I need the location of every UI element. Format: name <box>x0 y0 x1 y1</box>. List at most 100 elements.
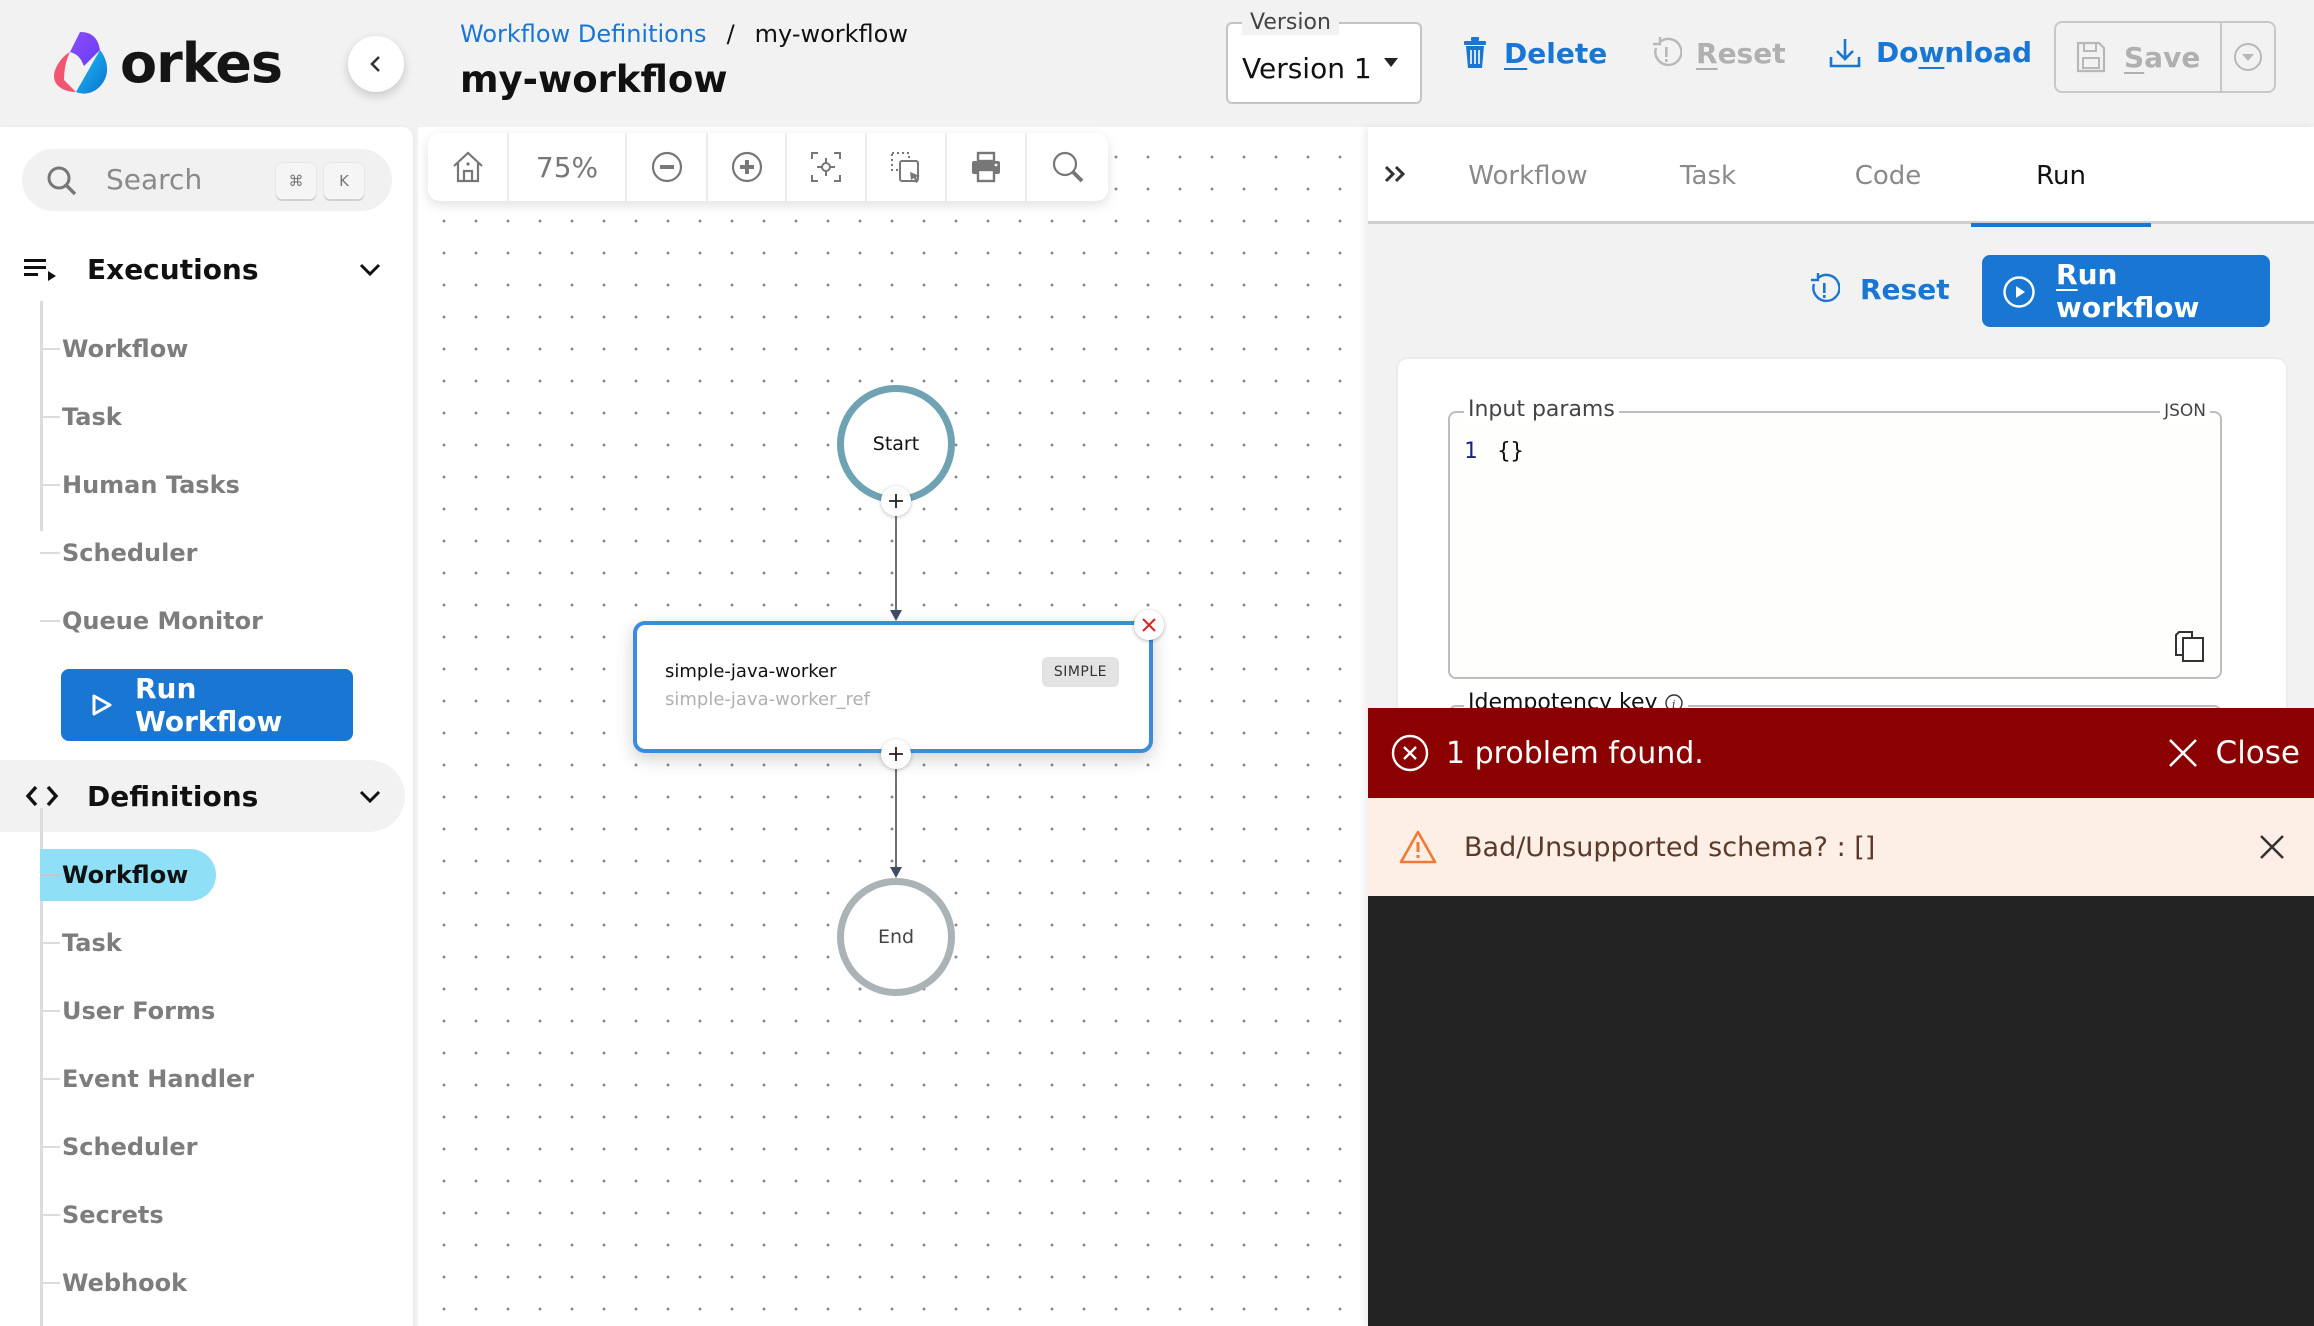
search-input[interactable]: Search ⌘ K <box>22 149 392 211</box>
workflow-canvas[interactable]: 75% Start simple-java-worker simple-java… <box>418 127 1368 1326</box>
shortcut-key-cmd: ⌘ <box>276 163 316 199</box>
tab-run[interactable]: Run <box>1971 127 2151 227</box>
delete-label-underline: D <box>1504 36 1528 70</box>
dismiss-problem-icon[interactable] <box>2258 833 2286 861</box>
print-button[interactable] <box>947 133 1027 201</box>
version-value: Version 1 <box>1242 52 1372 85</box>
run-workflow-button[interactable]: Run Workflow <box>61 669 353 741</box>
edge-start-to-task <box>895 516 897 612</box>
orkes-logo[interactable]: orkes <box>50 30 283 96</box>
zoom-level-button[interactable]: 75% <box>509 133 627 201</box>
zoom-out-button[interactable] <box>627 133 708 201</box>
save-options-dropdown[interactable] <box>2222 23 2274 91</box>
tab-task[interactable]: Task <box>1618 127 1798 224</box>
play-circle-icon <box>2003 276 2035 308</box>
sidebar-item-webhook[interactable]: Webhook <box>40 1257 187 1309</box>
zoom-in-button[interactable] <box>708 133 787 201</box>
reset-label: eset <box>1717 36 1786 70</box>
sidebar-item-definitions-task[interactable]: Task <box>40 917 122 969</box>
tree-tick <box>40 1078 60 1080</box>
task-type-badge: SIMPLE <box>1041 657 1119 687</box>
arrowhead-icon <box>890 867 902 878</box>
app-header: orkes Workflow Definitions / my-workflow… <box>0 0 2314 127</box>
delete-button[interactable]: Delete <box>1460 36 1607 70</box>
tab-code[interactable]: Code <box>1798 127 1978 224</box>
tree-tick <box>40 620 60 622</box>
reset-run-params-button[interactable]: Reset <box>1808 272 1950 306</box>
zoom-out-icon <box>651 151 682 183</box>
copy-icon[interactable] <box>2172 629 2206 663</box>
sidebar-item-definitions-scheduler[interactable]: Scheduler <box>40 1121 197 1173</box>
download-button[interactable]: Download <box>1828 36 2032 69</box>
nav-label: Workflow <box>62 335 189 363</box>
save-label-underline: S <box>2124 40 2145 74</box>
tree-tick <box>40 874 60 876</box>
tab-label: Task <box>1679 160 1737 191</box>
tab-workflow[interactable]: Workflow <box>1438 127 1618 224</box>
sidebar-section-executions[interactable]: Executions <box>0 233 405 305</box>
tree-tick <box>40 484 60 486</box>
breadcrumb-current: my-workflow <box>754 20 908 48</box>
home-button[interactable] <box>428 133 509 201</box>
tab-label: Code <box>1854 160 1922 191</box>
tree-tick <box>40 416 60 418</box>
plus-icon <box>889 494 903 508</box>
version-label: Version <box>1242 10 1339 35</box>
tree-tick <box>40 942 60 944</box>
input-params-editor[interactable]: Input params JSON 1 {} <box>1448 397 2222 679</box>
sidebar-item-human-tasks[interactable]: Human Tasks <box>40 459 240 511</box>
panel-tabs: Workflow Task Code Run <box>1368 127 2314 227</box>
select-area-icon <box>891 152 920 183</box>
select-area-button[interactable] <box>867 133 947 201</box>
version-select[interactable]: Version Version 1 <box>1226 10 1422 104</box>
add-task-after-task-button[interactable] <box>881 739 911 769</box>
orkes-logo-icon <box>54 32 108 94</box>
tree-tick <box>40 1010 60 1012</box>
tab-label: Run <box>2036 160 2086 191</box>
run-label: un workflow <box>2056 258 2200 324</box>
nav-label: Workflow <box>62 861 189 889</box>
nav-label: Scheduler <box>62 1133 198 1161</box>
sidebar-item-secrets[interactable]: Secrets <box>40 1189 164 1241</box>
logo-text: orkes <box>120 31 283 95</box>
reset-button[interactable]: Reset <box>1650 36 1786 70</box>
nav-label: Task <box>62 403 122 431</box>
breadcrumb-workflow-definitions[interactable]: Workflow Definitions <box>460 20 707 48</box>
sidebar-item-event-handler[interactable]: Event Handler <box>40 1053 254 1105</box>
delete-task-button[interactable] <box>1134 610 1164 640</box>
nav-label: Human Tasks <box>62 471 240 499</box>
task-name: simple-java-worker <box>665 661 837 682</box>
end-node[interactable]: End <box>837 878 955 996</box>
plus-icon <box>889 747 903 761</box>
sidebar-section-definitions[interactable]: Definitions <box>0 760 405 832</box>
input-params-mode: JSON <box>2160 401 2210 421</box>
add-task-after-start-button[interactable] <box>881 486 911 516</box>
search-placeholder: Search <box>106 163 203 196</box>
double-chevron-right-icon[interactable] <box>1382 159 1410 189</box>
run-workflow-submit-button[interactable]: Run workflow <box>1982 255 2270 327</box>
caret-down-icon <box>1384 58 1398 67</box>
task-node-simple-java-worker[interactable]: simple-java-worker simple-java-worker_re… <box>633 621 1153 753</box>
nav-label: Webhook <box>62 1269 188 1297</box>
chevron-left-icon <box>370 56 380 72</box>
search-icon <box>1052 151 1083 183</box>
run-workflow-label: Run Workflow <box>135 672 283 738</box>
line-number: 1 <box>1464 439 1478 464</box>
tree-tick <box>40 552 60 554</box>
shortcut-key-k: K <box>324 163 364 199</box>
sidebar-item-user-forms[interactable]: User Forms <box>40 985 215 1037</box>
sidebar-item-queue-monitor[interactable]: Queue Monitor <box>40 595 263 647</box>
warning-icon <box>1399 830 1437 864</box>
sidebar-item-executions-task[interactable]: Task <box>40 391 122 443</box>
sidebar-item-executions-scheduler[interactable]: Scheduler <box>40 527 197 579</box>
close-icon <box>1142 618 1156 632</box>
home-icon <box>452 151 483 183</box>
collapse-sidebar-button[interactable] <box>348 36 404 92</box>
sidebar-item-definitions-workflow[interactable]: Workflow <box>40 849 217 901</box>
search-canvas-button[interactable] <box>1027 133 1108 201</box>
close-problems-button[interactable]: Close <box>2166 735 2300 771</box>
sidebar-item-executions-workflow[interactable]: Workflow <box>40 323 188 375</box>
save-button[interactable]: Save <box>2056 23 2222 91</box>
code-icon <box>25 785 59 807</box>
fit-to-screen-button[interactable] <box>787 133 867 201</box>
